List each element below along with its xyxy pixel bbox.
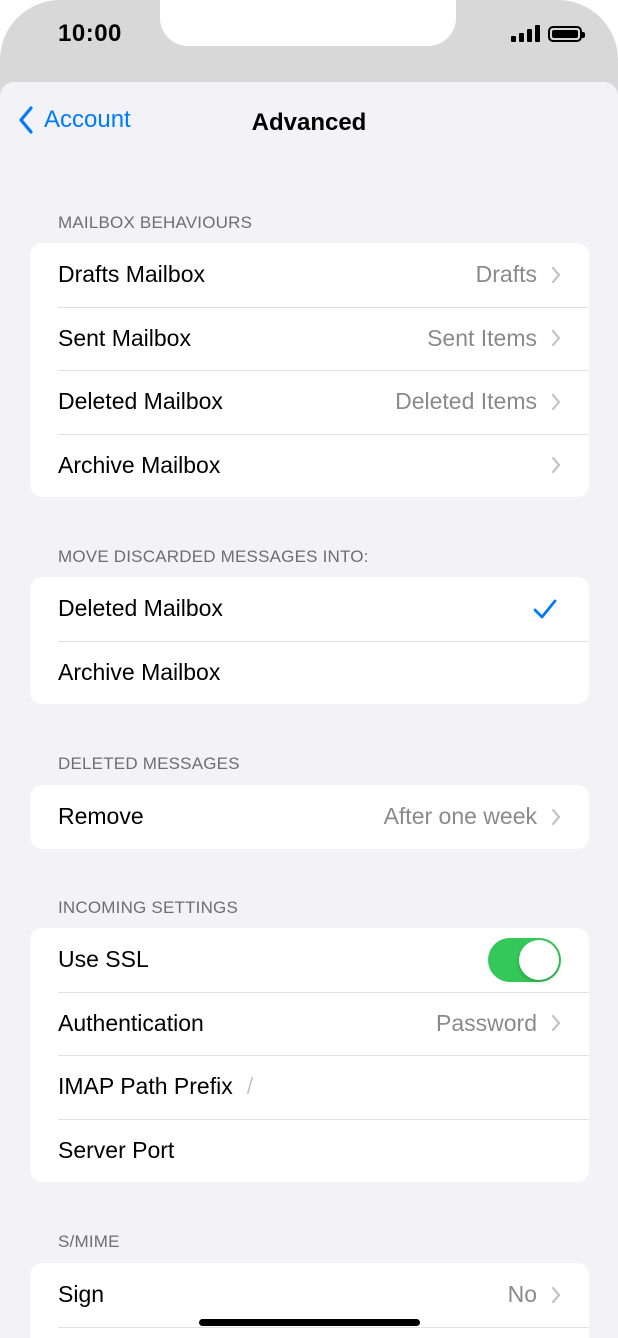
- mailbox-behaviours-group: Drafts Mailbox Drafts Sent Mailbox Sent …: [30, 243, 589, 497]
- row-value: Sent Items: [427, 324, 537, 351]
- battery-icon: [548, 26, 585, 42]
- move-discarded-group: Deleted Mailbox Archive Mailbox: [30, 577, 589, 704]
- row-value: No: [507, 1281, 537, 1308]
- remove-row[interactable]: Remove After one week: [30, 785, 589, 849]
- smime-next-row: [30, 1326, 589, 1338]
- section-header-smime: S/MIME: [58, 1232, 120, 1251]
- page-title: Advanced: [251, 109, 367, 136]
- chevron-right-icon: [551, 329, 561, 347]
- row-value: Drafts: [475, 261, 537, 288]
- chevron-right-icon: [551, 1286, 561, 1304]
- row-label: Deleted Mailbox: [58, 595, 223, 622]
- status-time: 10:00: [58, 20, 122, 47]
- chevron-right-icon: [551, 456, 561, 474]
- settings-screen: Account Advanced MAILBOX BEHAVIOURS Draf…: [0, 82, 618, 1338]
- imap-path-prefix-row[interactable]: IMAP Path Prefix /: [30, 1055, 589, 1119]
- discard-archive-mailbox-option[interactable]: Archive Mailbox: [30, 640, 589, 705]
- row-label: Sent Mailbox: [58, 324, 191, 351]
- row-label: Archive Mailbox: [58, 658, 221, 685]
- smime-group: Sign No: [30, 1263, 589, 1338]
- checkmark-icon: [533, 599, 557, 619]
- chevron-right-icon: [551, 1014, 561, 1032]
- section-header-mailbox-behaviours: MAILBOX BEHAVIOURS: [58, 213, 253, 232]
- imap-path-prefix-input[interactable]: /: [247, 1073, 253, 1100]
- use-ssl-toggle[interactable]: [488, 937, 561, 982]
- row-label: IMAP Path Prefix: [58, 1073, 233, 1100]
- sign-row[interactable]: Sign No: [30, 1263, 589, 1327]
- discard-deleted-mailbox-option[interactable]: Deleted Mailbox: [30, 577, 589, 641]
- row-label: Deleted Mailbox: [58, 388, 223, 415]
- home-indicator[interactable]: [199, 1319, 420, 1326]
- section-header-incoming-settings: INCOMING SETTINGS: [58, 898, 239, 917]
- deleted-messages-group: Remove After one week: [30, 785, 589, 849]
- row-value: Deleted Items: [395, 388, 537, 415]
- toggle-knob: [519, 939, 559, 980]
- row-value: Password: [436, 1009, 537, 1036]
- row-label: Drafts Mailbox: [58, 261, 205, 288]
- chevron-right-icon: [551, 266, 561, 284]
- section-header-move-discarded: MOVE DISCARDED MESSAGES INTO:: [58, 547, 369, 566]
- device-frame: 10:00 Account Advanced MAILBOX BEHAVIOUR…: [0, 0, 618, 1338]
- notch: [160, 0, 456, 46]
- use-ssl-row: Use SSL: [30, 928, 589, 992]
- row-label: Use SSL: [58, 946, 149, 973]
- authentication-row[interactable]: Authentication Password: [30, 991, 589, 1056]
- cellular-signal-icon: [511, 24, 540, 42]
- row-value: After one week: [383, 803, 537, 830]
- deleted-mailbox-row[interactable]: Deleted Mailbox Deleted Items: [30, 370, 589, 434]
- status-icons: [511, 24, 585, 42]
- sent-mailbox-row[interactable]: Sent Mailbox Sent Items: [30, 306, 589, 371]
- archive-mailbox-row[interactable]: Archive Mailbox: [30, 433, 589, 498]
- chevron-right-icon: [551, 393, 561, 411]
- server-port-row[interactable]: Server Port: [30, 1118, 589, 1183]
- row-label: Server Port: [58, 1136, 175, 1163]
- incoming-settings-group: Use SSL Authentication Password IMAP Pat…: [30, 928, 589, 1182]
- drafts-mailbox-row[interactable]: Drafts Mailbox Drafts: [30, 243, 589, 307]
- row-label: Sign: [58, 1281, 105, 1308]
- chevron-right-icon: [551, 808, 561, 826]
- row-label: Remove: [58, 803, 144, 830]
- row-label: Archive Mailbox: [58, 451, 221, 478]
- section-header-deleted-messages: DELETED MESSAGES: [58, 754, 240, 773]
- row-label: Authentication: [58, 1009, 204, 1036]
